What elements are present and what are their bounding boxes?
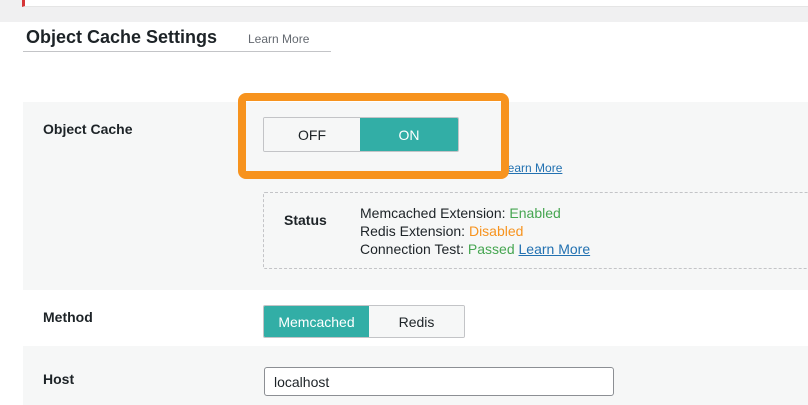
status-lines: Memcached Extension: Enabled Redis Exten… bbox=[360, 204, 590, 258]
redis-status-line: Redis Extension: Disabled bbox=[360, 222, 590, 240]
header-learn-more-link[interactable]: Learn More bbox=[248, 32, 309, 46]
method-label: Method bbox=[43, 309, 93, 325]
status-box: Status Memcached Extension: Enabled Redi… bbox=[263, 192, 808, 269]
host-input[interactable] bbox=[264, 367, 614, 396]
object-cache-learn-more-link[interactable]: Learn More bbox=[501, 161, 562, 175]
object-cache-off-button[interactable]: OFF bbox=[264, 118, 360, 151]
status-label: Status bbox=[284, 212, 327, 228]
previous-card-edge bbox=[22, 0, 808, 7]
method-memcached-button[interactable]: Memcached bbox=[264, 306, 369, 337]
method-redis-button[interactable]: Redis bbox=[369, 306, 464, 337]
connection-status-line: Connection Test: Passed Learn More bbox=[360, 240, 590, 258]
connection-test-label: Connection Test: bbox=[360, 241, 465, 257]
memcached-extension-label: Memcached Extension: bbox=[360, 205, 506, 221]
section-header: Object Cache Settings Learn More bbox=[23, 26, 331, 52]
connection-test-value: Passed bbox=[467, 241, 515, 257]
object-cache-label: Object Cache bbox=[43, 121, 133, 137]
section-title: Object Cache Settings bbox=[26, 27, 218, 47]
memcached-status-line: Memcached Extension: Enabled bbox=[360, 204, 590, 222]
status-learn-more-link[interactable]: Learn More bbox=[519, 241, 591, 257]
host-label: Host bbox=[43, 371, 75, 387]
object-cache-toggle[interactable]: OFF ON bbox=[263, 117, 459, 152]
method-toggle[interactable]: Memcached Redis bbox=[263, 305, 465, 338]
memcached-extension-value: Enabled bbox=[509, 205, 561, 221]
redis-extension-value: Disabled bbox=[468, 223, 524, 239]
redis-extension-label: Redis Extension: bbox=[360, 223, 466, 239]
object-cache-on-button[interactable]: ON bbox=[360, 118, 458, 151]
